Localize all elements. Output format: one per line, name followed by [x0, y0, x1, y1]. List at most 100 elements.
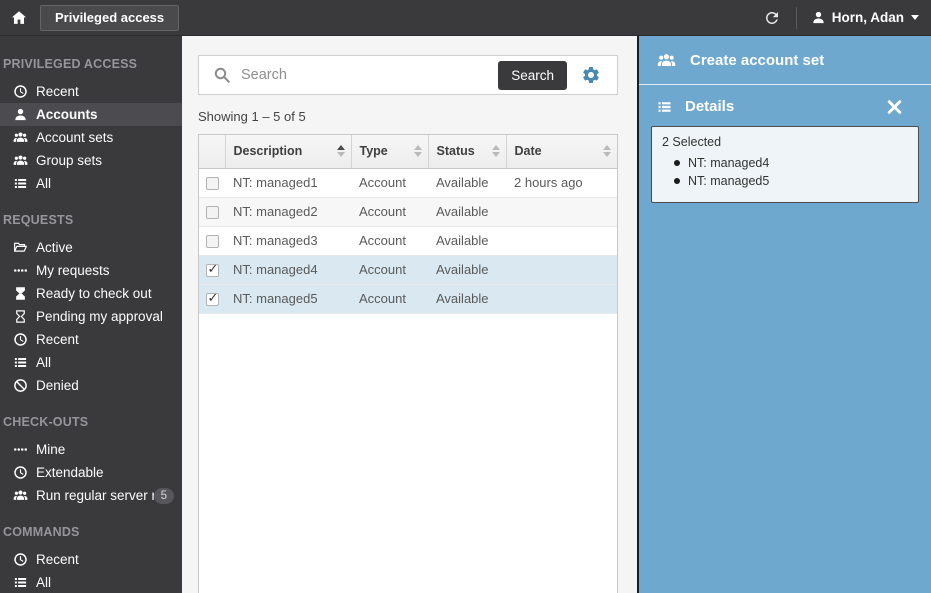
sidebar-item-label: Accounts [36, 107, 98, 122]
sidebar-item-label: Account sets [36, 130, 113, 145]
create-account-set-label: Create account set [690, 52, 824, 69]
privileged-access-button[interactable]: Privileged access [40, 5, 179, 31]
sidebar-item-label: Group sets [36, 153, 102, 168]
home-button[interactable] [0, 0, 38, 36]
column-header-type[interactable]: Type [351, 135, 428, 168]
close-icon[interactable] [885, 99, 904, 115]
user-name: Horn, Adan [832, 10, 904, 25]
cell-date [506, 284, 617, 313]
sidebar-item-denied[interactable]: Denied [0, 374, 182, 397]
table-row[interactable]: NT: managed2 Account Available [199, 197, 617, 226]
selected-item: NT: managed4 [674, 154, 908, 172]
sidebar-item-account-sets[interactable]: Account sets [0, 126, 182, 149]
table-row[interactable]: NT: managed5 Account Available [199, 284, 617, 313]
row-checkbox[interactable] [206, 206, 219, 219]
clock-icon [12, 465, 29, 480]
user-menu[interactable]: Horn, Adan [811, 10, 919, 25]
sidebar-item-label: Extendable [36, 465, 104, 480]
row-checkbox[interactable] [206, 293, 219, 306]
users-icon [12, 488, 29, 503]
hourglass-icon [12, 286, 29, 301]
search-bar: Search [198, 55, 618, 95]
sidebar-item-label: My requests [36, 263, 110, 278]
table-row[interactable]: NT: managed1 Account Available 2 hours a… [199, 168, 617, 197]
column-header-status[interactable]: Status [428, 135, 506, 168]
sidebar-item-label: Pending my approval [36, 309, 163, 324]
cell-description: NT: managed5 [225, 284, 351, 313]
sidebar-item-active[interactable]: Active [0, 236, 182, 259]
search-input[interactable] [241, 67, 498, 83]
sidebar-item-label: All [36, 575, 51, 590]
users-icon [655, 51, 678, 70]
sidebar-item-label: Ready to check out [36, 286, 152, 301]
sidebar-item-label: All [36, 355, 51, 370]
cell-description: NT: managed2 [225, 197, 351, 226]
clock-icon [12, 332, 29, 347]
column-header-date[interactable]: Date [506, 135, 617, 168]
count-badge: 5 [154, 488, 174, 504]
clock-icon [12, 84, 29, 99]
sidebar-item-extendable[interactable]: Extendable [0, 461, 182, 484]
selection-details-box: 2 Selected NT: managed4 NT: managed5 [651, 126, 919, 203]
sort-ascending-icon [333, 145, 345, 157]
row-checkbox[interactable] [206, 235, 219, 248]
list-icon [12, 176, 29, 191]
section-title-commands: COMMANDS [0, 507, 182, 548]
ban-icon [12, 378, 29, 393]
cell-status: Available [428, 284, 506, 313]
column-label: Date [515, 144, 542, 158]
sort-icon [599, 145, 611, 157]
row-checkbox[interactable] [206, 177, 219, 190]
sort-icon [410, 145, 422, 157]
sidebar-item-pending-my-approval[interactable]: Pending my approval [0, 305, 182, 328]
sidebar-item-mine[interactable]: Mine [0, 438, 182, 461]
sidebar-item-label: Run regular server n [36, 488, 154, 503]
home-icon [9, 9, 29, 27]
sidebar-item-group-sets[interactable]: Group sets [0, 149, 182, 172]
sidebar-item-my-requests[interactable]: My requests [0, 259, 182, 282]
table-row[interactable]: NT: managed4 Account Available [199, 255, 617, 284]
sidebar-item-accounts[interactable]: Accounts [0, 103, 182, 126]
create-account-set-button[interactable]: Create account set [639, 36, 931, 85]
users-icon [12, 153, 29, 168]
topbar-divider [796, 7, 797, 29]
selected-count: 2 Selected [662, 135, 908, 149]
search-button[interactable]: Search [498, 61, 567, 90]
sidebar-item-recent-commands[interactable]: Recent [0, 548, 182, 571]
cell-status: Available [428, 168, 506, 197]
cell-type: Account [351, 226, 428, 255]
row-checkbox[interactable] [206, 264, 219, 277]
section-title-requests: REQUESTS [0, 195, 182, 236]
cell-type: Account [351, 197, 428, 226]
column-label: Description [234, 144, 303, 158]
chevron-down-icon [911, 15, 919, 20]
sidebar-item-all-commands[interactable]: All [0, 571, 182, 593]
sidebar-item-all-privileged[interactable]: All [0, 172, 182, 195]
cell-type: Account [351, 168, 428, 197]
refresh-icon[interactable] [762, 9, 782, 27]
cell-status: Available [428, 255, 506, 284]
folder-open-icon [12, 240, 29, 255]
cell-type: Account [351, 284, 428, 313]
gear-icon[interactable] [581, 65, 601, 85]
cell-description: NT: managed4 [225, 255, 351, 284]
action-panel: Create account set Details 2 Selected NT… [637, 36, 931, 593]
clock-icon [12, 552, 29, 567]
column-header-description[interactable]: Description [225, 135, 351, 168]
sidebar-item-recent-requests[interactable]: Recent [0, 328, 182, 351]
list-icon [655, 99, 674, 115]
details-header: Details [639, 85, 931, 125]
section-title-privileged-access: PRIVILEGED ACCESS [0, 39, 182, 80]
sidebar-item-label: Recent [36, 332, 79, 347]
sidebar-item-all-requests[interactable]: All [0, 351, 182, 374]
sort-icon [488, 145, 500, 157]
dots-icon [12, 442, 29, 457]
sidebar-item-ready-to-check-out[interactable]: Ready to check out [0, 282, 182, 305]
cell-status: Available [428, 226, 506, 255]
sidebar-item-recent[interactable]: Recent [0, 80, 182, 103]
sidebar-item-label: Active [36, 240, 73, 255]
accounts-grid: Description Type Statu [198, 134, 618, 593]
cell-description: NT: managed1 [225, 168, 351, 197]
table-row[interactable]: NT: managed3 Account Available [199, 226, 617, 255]
sidebar-item-run-regular-server[interactable]: Run regular server n 5 [0, 484, 182, 507]
